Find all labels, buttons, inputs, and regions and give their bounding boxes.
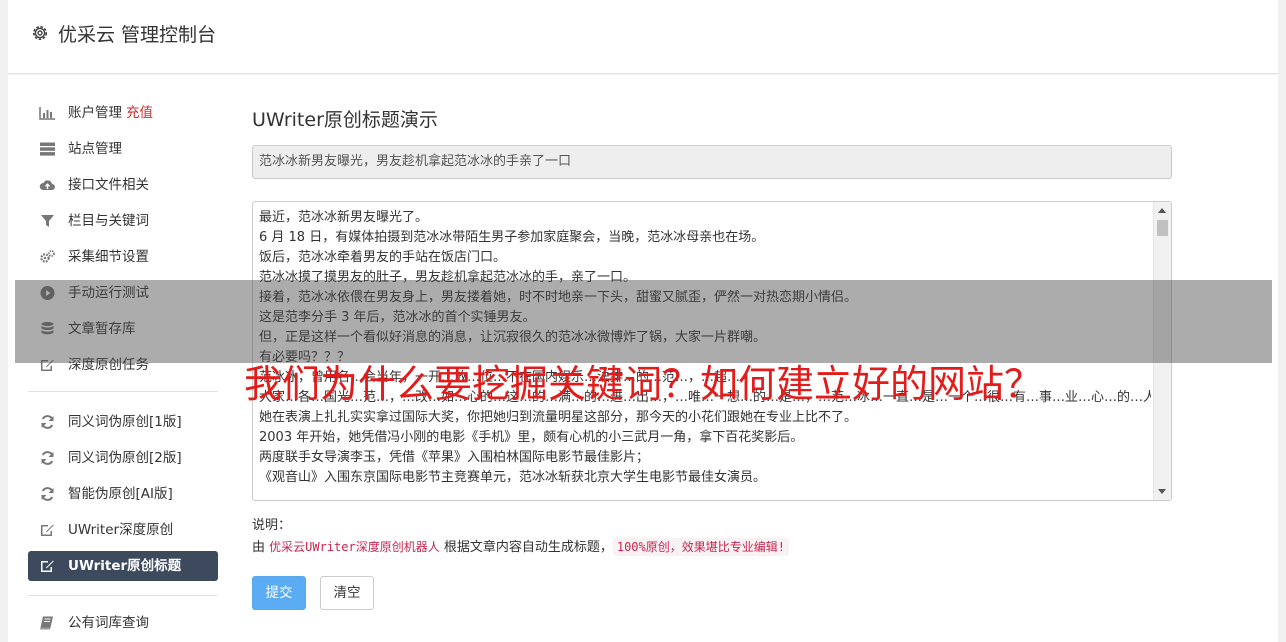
scroll-down-icon[interactable] [1158, 489, 1166, 494]
article-line: 最近，范冰冰新男友曝光了。 [259, 210, 429, 225]
sidebar-item-uwriter-title[interactable]: UWriter原创标题 [28, 551, 218, 581]
sidebar-item-label: 同义词伪原创[2版] [68, 450, 182, 466]
top-header: 优采云 管理控制台 [8, 0, 1278, 74]
refresh-icon [39, 486, 56, 502]
article-line: 6 月 18 日，有媒体拍摄到范冰冰带陌生男子参加家庭聚会，当晚，范冰冰母亲也在… [259, 230, 765, 245]
cloud-upload-icon [39, 177, 56, 193]
edit-icon [39, 558, 56, 574]
recharge-link[interactable]: 充值 [126, 105, 153, 121]
refresh-icon [39, 414, 56, 430]
cogs-icon [39, 249, 56, 265]
note-prefix: 由 [252, 540, 270, 555]
sidebar-item-label: 采集细节设置 [68, 249, 149, 265]
note-middle: 根据文章内容自动生成标题， [439, 540, 613, 555]
refresh-icon [39, 450, 56, 466]
console-title: 优采云 管理控制台 [58, 24, 217, 46]
article-line: 饭后，范冰冰牵着男友的手站在饭店门口。 [259, 250, 507, 265]
sidebar-item-label: 站点管理 [68, 141, 122, 157]
filter-icon [39, 213, 56, 229]
sidebar-item-label: UWriter深度原创 [68, 522, 174, 538]
sidebar-divider [28, 595, 218, 596]
article-line: 《观音山》入围东京国际电影节主竞赛单元，范冰冰斩获北京大学生电影节最佳女演员。 [259, 470, 767, 485]
sidebar-item-interface-files[interactable]: 接口文件相关 [28, 170, 218, 200]
sidebar-item-label: 账户管理 [68, 105, 122, 121]
sidebar-item-uwriter-deep[interactable]: UWriter深度原创 [28, 515, 218, 545]
note-label: 说明： [252, 518, 292, 533]
sidebar-item-synonym-v2[interactable]: 同义词伪原创[2版] [28, 443, 218, 473]
generated-title-field[interactable]: 范冰冰新男友曝光，男友趁机拿起范冰冰的手亲了一口 [252, 145, 1172, 179]
sidebar-item-label: UWriter原创标题 [68, 558, 182, 574]
sidebar-item-account[interactable]: 账户管理 充值 [28, 98, 218, 128]
sidebar-item-ai-rewrite[interactable]: 智能伪原创[AI版] [28, 479, 218, 509]
original-badge: 100%原创，效果堪比专业编辑! [612, 538, 789, 556]
bar-chart-icon [39, 105, 56, 121]
sidebar-item-label: 同义词伪原创[1版] [68, 414, 182, 430]
page: 优采云 管理控制台 账户管理 充值 站点管理 接口文件相关 栏目与关键词 采集细… [0, 0, 1286, 642]
sidebar-item-columns-keywords[interactable]: 栏目与关键词 [28, 206, 218, 236]
article-line: 两度联手女导演李玉，凭借《苹果》入围柏林国际电影节最佳影片； [259, 450, 650, 465]
sidebar-item-label: 接口文件相关 [68, 177, 149, 193]
sidebar-item-label: 栏目与关键词 [68, 213, 149, 229]
clear-button[interactable]: 清空 [320, 576, 374, 610]
scroll-up-icon[interactable] [1158, 208, 1166, 213]
uwriter-robot-link[interactable]: 优采云UWriter深度原创机器人 [269, 540, 440, 554]
sidebar-item-sites[interactable]: 站点管理 [28, 134, 218, 164]
page-title: UWriter原创标题演示 [252, 109, 438, 131]
server-icon [39, 141, 56, 157]
article-line: 2003 年开始，她凭借冯小刚的电影《手机》里，颇有心机的小三武月一角，拿下百花… [259, 430, 804, 445]
sidebar-item-label: 公有词库查询 [68, 615, 149, 631]
note-text: 由 优采云UWriter深度原创机器人 根据文章内容自动生成标题， 100%原创，… [252, 536, 789, 556]
sidebar-item-public-lexicon[interactable]: 公有词库查询 [28, 608, 218, 638]
gear-icon [30, 23, 50, 43]
book-icon [39, 615, 56, 631]
submit-button[interactable]: 提交 [252, 576, 306, 610]
scroll-thumb[interactable] [1157, 220, 1168, 236]
overlay-title: 我们为什么要挖掘关键词？如何建立好的网站？ [243, 362, 1042, 406]
sidebar-item-label: 智能伪原创[AI版] [68, 486, 173, 502]
sidebar-item-collect-settings[interactable]: 采集细节设置 [28, 242, 218, 272]
edit-icon [39, 522, 56, 538]
overlay-banner [15, 280, 1272, 363]
